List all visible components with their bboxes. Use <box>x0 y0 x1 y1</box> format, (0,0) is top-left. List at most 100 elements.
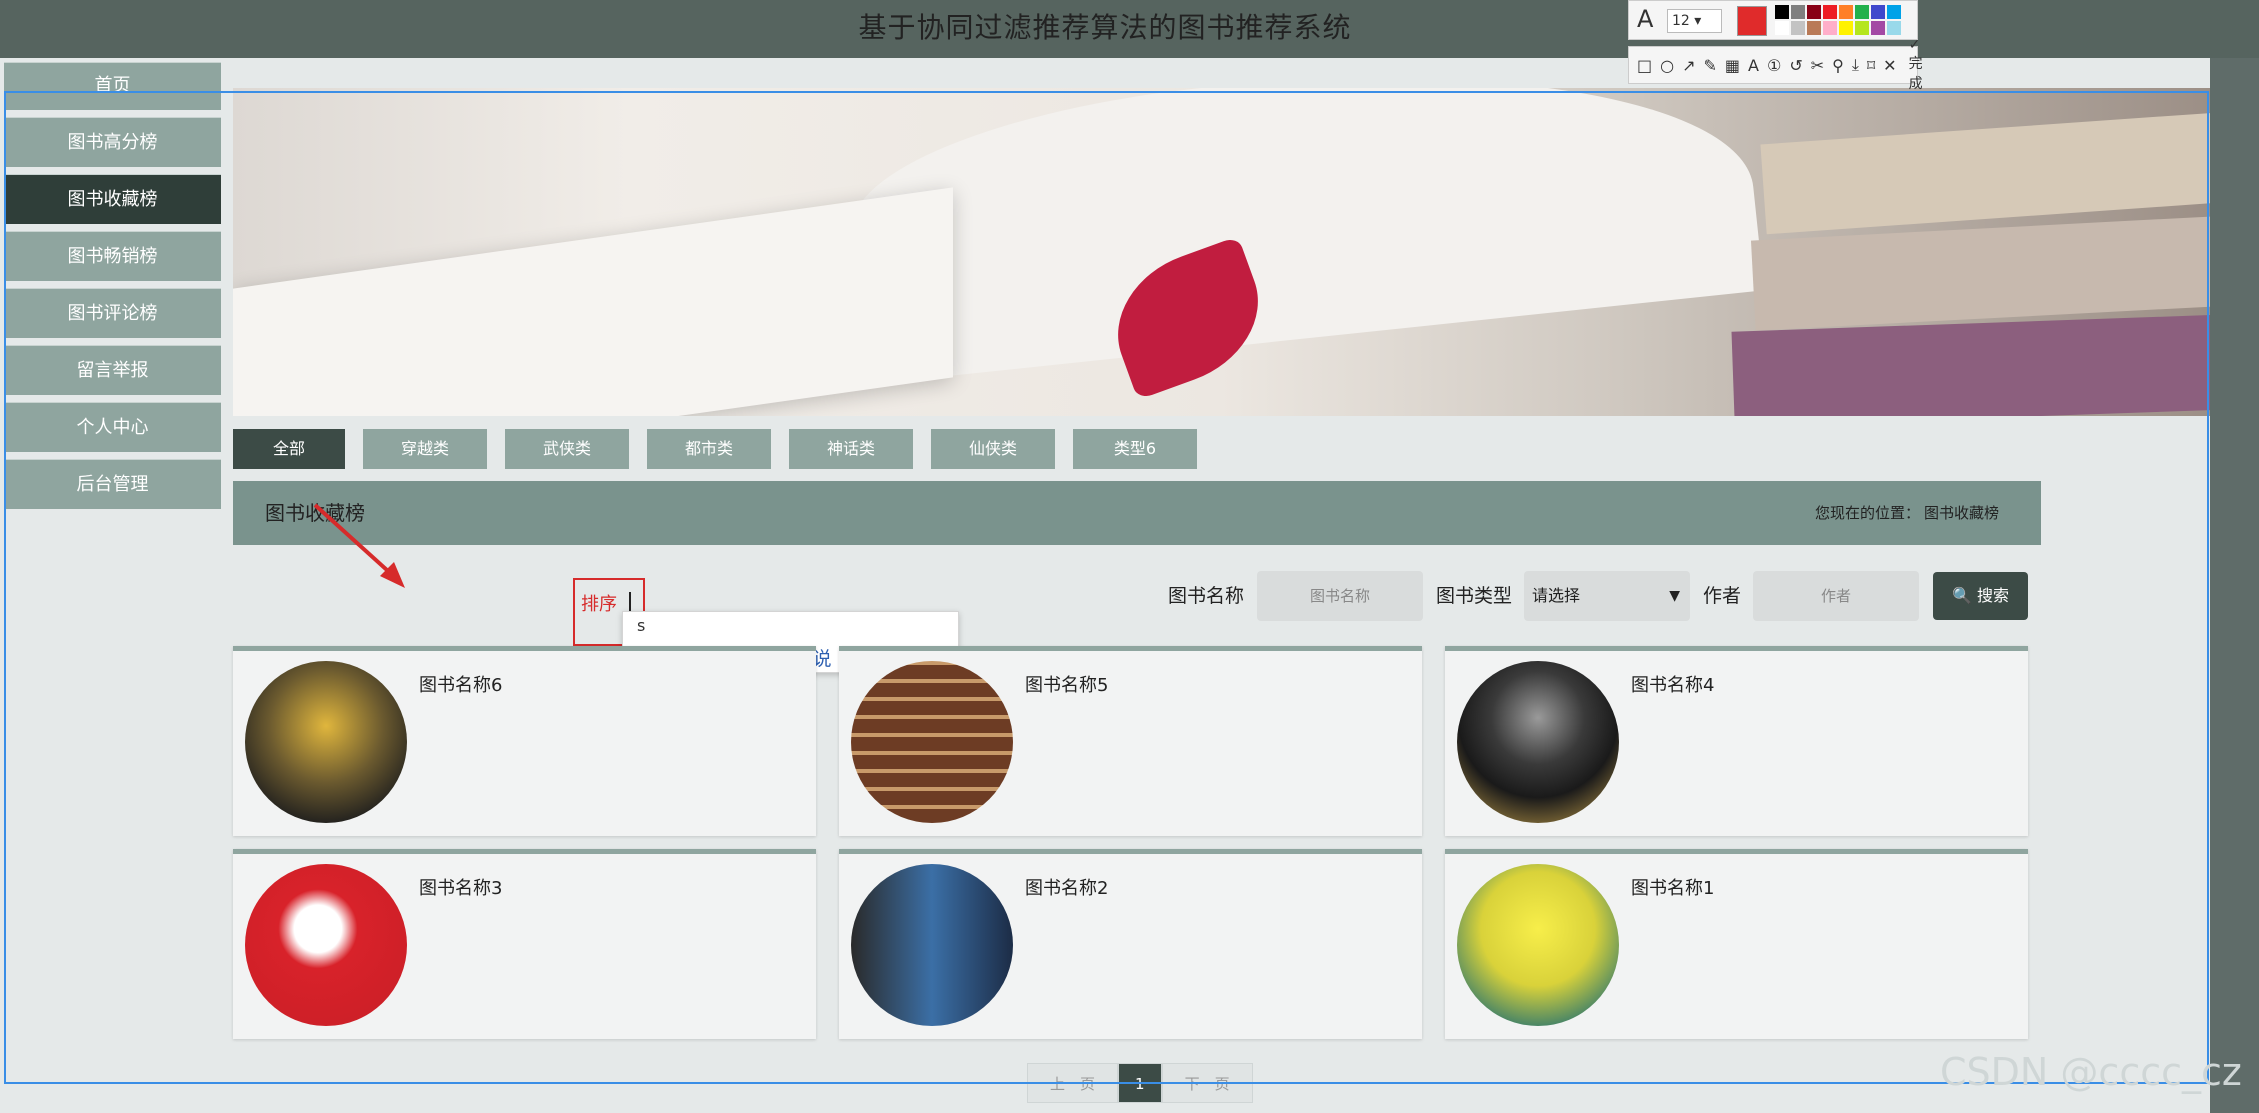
scissors-icon[interactable]: ✂ <box>1811 56 1824 75</box>
sidebar-item-admin[interactable]: 后台管理 <box>4 459 221 509</box>
bookmark-icon[interactable]: ⌑ <box>1867 56 1875 75</box>
ellipse-tool-icon[interactable]: ○ <box>1660 56 1674 75</box>
prev-page-button[interactable]: 上一页 <box>1027 1063 1119 1103</box>
book-name-input[interactable]: 图书名称 <box>1257 571 1423 621</box>
panel-header: 图书收藏榜 您现在的位置： 图书收藏榜 <box>233 481 2041 545</box>
number-tool-icon[interactable]: ① <box>1767 56 1781 75</box>
breadcrumb: 您现在的位置： 图书收藏榜 <box>1815 481 1999 545</box>
book-title[interactable]: 图书名称1 <box>1631 874 1714 900</box>
search-bar: 排序 图书名称 图书名称 图书类型 请选择 ▼ 作者 作者 🔍 搜索 <box>233 556 2041 646</box>
breadcrumb-label: 您现在的位置： <box>1814 504 1920 522</box>
author-label: 作者 <box>1703 585 1742 607</box>
category-tab-time-travel[interactable]: 穿越类 <box>363 429 487 469</box>
watermark: CSDN @cccc_cz <box>1940 1050 2242 1094</box>
sort-label: 排序 <box>581 594 617 615</box>
banner-book-stack <box>1760 111 2210 235</box>
book-card[interactable]: 图书名称1 <box>1445 849 2028 1039</box>
pen-tool-icon[interactable]: ✎ <box>1704 56 1717 75</box>
author-input[interactable]: 作者 <box>1753 571 1919 621</box>
arrow-tool-icon[interactable]: ↗ <box>1682 56 1695 75</box>
book-card[interactable]: 图书名称4 <box>1445 646 2028 836</box>
color-swatch[interactable] <box>1791 5 1805 19</box>
color-swatch[interactable] <box>1839 21 1853 35</box>
sidebar-item-bestsellers[interactable]: 图书畅销榜 <box>4 231 221 281</box>
color-swatch[interactable] <box>1823 5 1837 19</box>
search-button-label: 搜索 <box>1977 586 2010 605</box>
sidebar-nav: 首页 图书高分榜 图书收藏榜 图书畅销榜 图书评论榜 留言举报 个人中心 后台管… <box>4 62 221 516</box>
search-button[interactable]: 🔍 搜索 <box>1933 572 2028 620</box>
rectangle-tool-icon[interactable]: □ <box>1637 56 1652 75</box>
banner-open-book <box>841 88 1765 385</box>
book-card[interactable]: 图书名称3 <box>233 849 816 1039</box>
book-title[interactable]: 图书名称5 <box>1025 671 1108 697</box>
book-cover[interactable] <box>1457 661 1619 823</box>
sidebar-item-favorites[interactable]: 图书收藏榜 <box>4 174 221 224</box>
color-swatch[interactable] <box>1807 5 1821 19</box>
book-cover[interactable] <box>1457 864 1619 1026</box>
category-tab-xianxia[interactable]: 仙侠类 <box>931 429 1055 469</box>
book-cover[interactable] <box>851 661 1013 823</box>
pagination: 上一页 1 下一页 <box>1027 1063 1253 1103</box>
color-swatch[interactable] <box>1871 21 1885 35</box>
category-tab-type6[interactable]: 类型6 <box>1073 429 1197 469</box>
book-type-select[interactable]: 请选择 ▼ <box>1524 571 1690 621</box>
sidebar-item-reviews[interactable]: 图书评论榜 <box>4 288 221 338</box>
sidebar-item-profile[interactable]: 个人中心 <box>4 402 221 452</box>
book-title[interactable]: 图书名称3 <box>419 874 502 900</box>
color-swatch[interactable] <box>1775 21 1789 35</box>
banner-book-stack <box>1750 215 2210 331</box>
book-title[interactable]: 图书名称2 <box>1025 874 1108 900</box>
book-title[interactable]: 图书名称6 <box>419 671 502 697</box>
color-swatch[interactable] <box>1855 21 1869 35</box>
banner-book-page <box>233 187 953 416</box>
font-size-select[interactable]: 12 ▾ <box>1667 9 1722 33</box>
color-swatch[interactable] <box>1855 5 1869 19</box>
font-size-value: 12 <box>1672 13 1690 29</box>
snip-action-toolbar: □ ○ ↗ ✎ ▦ A ① ↺ ✂ ⚲ ⤓ ⌑ ✕ ✓ 完成 <box>1628 37 1923 92</box>
color-swatch[interactable] <box>1887 5 1901 19</box>
category-tab-wuxia[interactable]: 武侠类 <box>505 429 629 469</box>
category-tab-myth[interactable]: 神话类 <box>789 429 913 469</box>
next-page-button[interactable]: 下一页 <box>1161 1063 1253 1103</box>
category-tab-urban[interactable]: 都市类 <box>647 429 771 469</box>
color-palette <box>1775 5 1901 35</box>
color-swatch[interactable] <box>1887 21 1901 35</box>
book-cover[interactable] <box>245 864 407 1026</box>
sidebar-item-messages[interactable]: 留言举报 <box>4 345 221 395</box>
color-swatch[interactable] <box>1807 21 1821 35</box>
category-tabs: 全部 穿越类 武侠类 都市类 神话类 仙侠类 类型6 <box>233 429 1197 469</box>
mosaic-tool-icon[interactable]: ▦ <box>1725 56 1740 75</box>
page-number-current[interactable]: 1 <box>1118 1063 1162 1103</box>
book-card[interactable]: 图书名称6 <box>233 646 816 836</box>
text-tool-icon[interactable]: A <box>1748 56 1759 75</box>
text-tool-icon[interactable]: A <box>1637 5 1653 33</box>
current-color-swatch[interactable] <box>1737 6 1767 36</box>
banner-image <box>233 88 2210 416</box>
book-type-label: 图书类型 <box>1436 585 1513 607</box>
book-type-selected: 请选择 <box>1532 586 1581 605</box>
book-card[interactable]: 图书名称2 <box>839 849 1422 1039</box>
book-name-label: 图书名称 <box>1168 585 1245 607</box>
color-swatch[interactable] <box>1823 21 1837 35</box>
close-icon[interactable]: ✕ <box>1883 56 1896 75</box>
book-card[interactable]: 图书名称5 <box>839 646 1422 836</box>
book-cover[interactable] <box>245 661 407 823</box>
color-swatch[interactable] <box>1871 5 1885 19</box>
chevron-down-icon: ▼ <box>1669 588 1680 604</box>
undo-icon[interactable]: ↺ <box>1789 56 1802 75</box>
done-button[interactable]: ✓ 完成 <box>1909 37 1923 93</box>
pin-icon[interactable]: ⚲ <box>1832 56 1844 75</box>
breadcrumb-current: 图书收藏榜 <box>1923 504 1999 522</box>
ime-typed-text: s <box>637 616 646 635</box>
sidebar-item-home[interactable]: 首页 <box>4 62 221 110</box>
search-icon: 🔍 <box>1951 586 1972 605</box>
color-swatch[interactable] <box>1791 21 1805 35</box>
color-swatch[interactable] <box>1775 5 1789 19</box>
book-cover[interactable] <box>851 864 1013 1026</box>
done-label: 完成 <box>1908 56 1923 92</box>
download-icon[interactable]: ⤓ <box>1852 55 1859 75</box>
category-tab-all[interactable]: 全部 <box>233 429 345 469</box>
color-swatch[interactable] <box>1839 5 1853 19</box>
book-title[interactable]: 图书名称4 <box>1631 671 1714 697</box>
sidebar-item-high-score[interactable]: 图书高分榜 <box>4 117 221 167</box>
